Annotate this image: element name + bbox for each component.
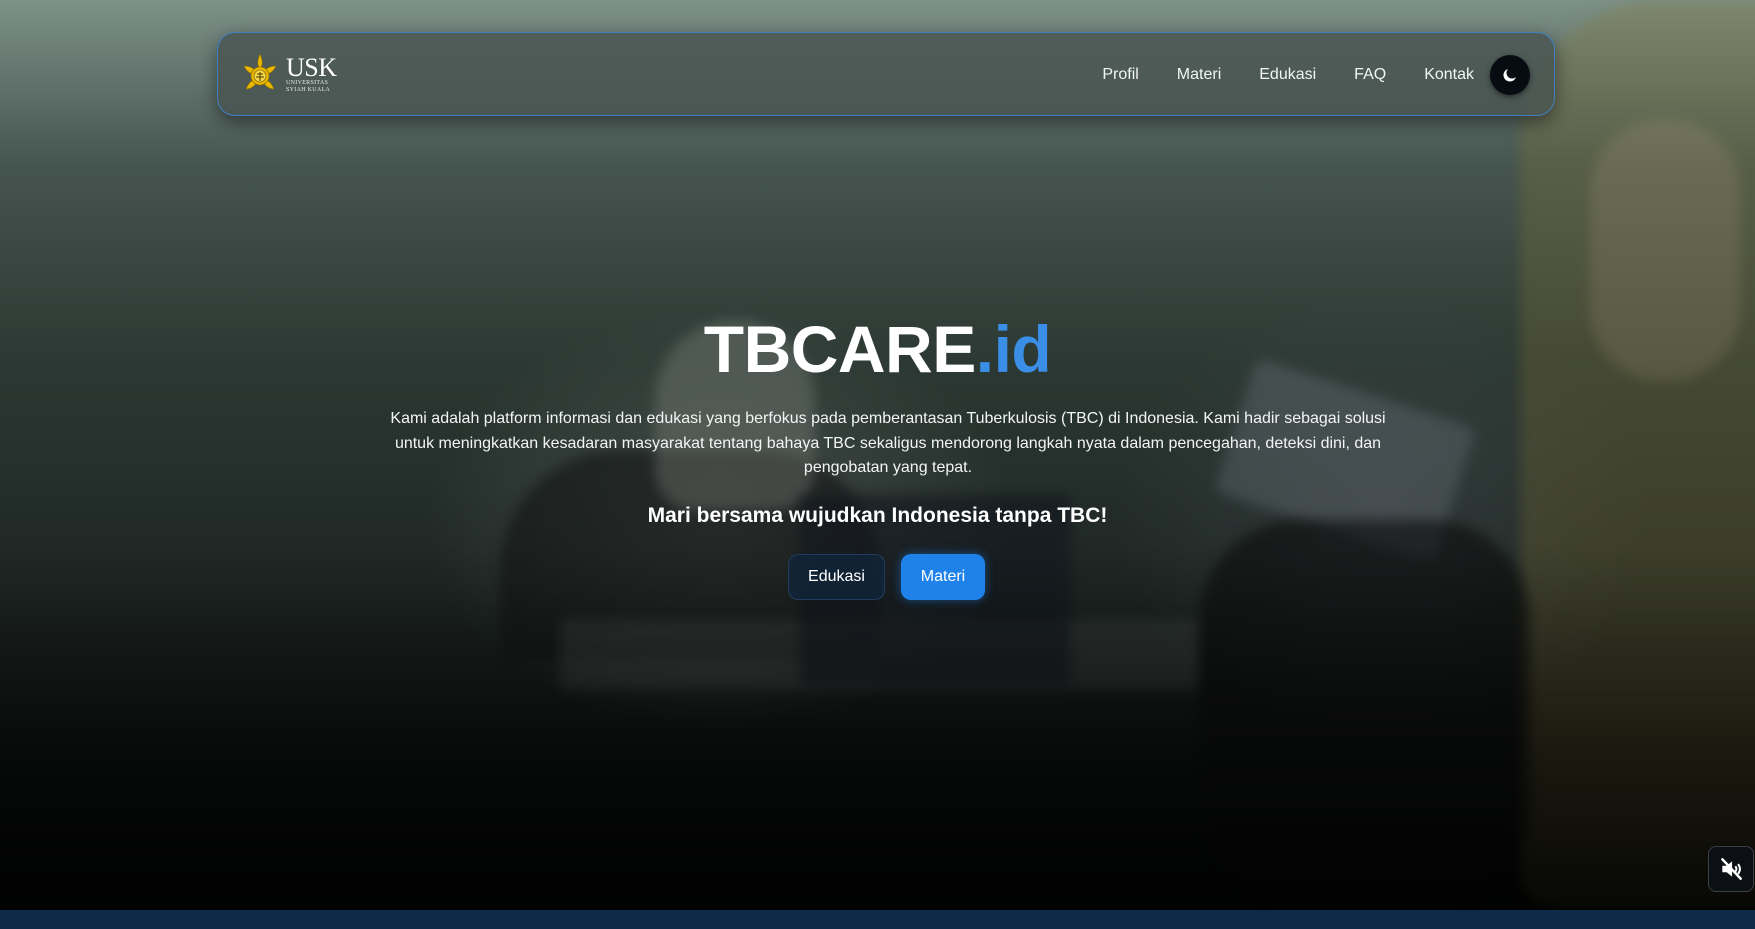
nav-link-materi[interactable]: Materi <box>1177 66 1221 84</box>
hero-title-accent: .id <box>975 312 1052 386</box>
nav-links: Profil Materi Edukasi FAQ Kontak <box>1064 33 1474 117</box>
hero-tagline: Mari bersama wujudkan Indonesia tanpa TB… <box>647 504 1108 527</box>
logo-title: USK <box>286 53 337 82</box>
bottom-bar <box>0 910 1755 929</box>
hero-title: TBCARE.id <box>0 312 1755 386</box>
navbar: USK UNIVERSITAS SYIAH KUALA Profil Mater… <box>217 32 1555 116</box>
mute-toggle-button[interactable] <box>1708 846 1754 892</box>
nav-link-profil[interactable]: Profil <box>1102 66 1138 84</box>
logo-subtitle: UNIVERSITAS <box>286 80 329 86</box>
hero-description: Kami adalah platform informasi dan eduka… <box>390 410 1386 476</box>
nav-link-faq[interactable]: FAQ <box>1354 66 1386 84</box>
usk-logo[interactable]: USK UNIVERSITAS SYIAH KUALA <box>236 51 337 99</box>
moon-icon <box>1503 69 1516 82</box>
edukasi-button[interactable]: Edukasi <box>788 554 885 600</box>
nav-link-edukasi[interactable]: Edukasi <box>1259 66 1316 84</box>
usk-emblem-icon <box>243 53 277 90</box>
nav-link-kontak[interactable]: Kontak <box>1424 66 1474 84</box>
materi-button[interactable]: Materi <box>901 554 985 600</box>
logo-subtitle: SYIAH KUALA <box>286 87 331 93</box>
hero-title-main: TBCARE <box>703 312 977 386</box>
volume-muted-icon <box>1721 858 1742 880</box>
theme-toggle-button[interactable] <box>1490 55 1530 95</box>
